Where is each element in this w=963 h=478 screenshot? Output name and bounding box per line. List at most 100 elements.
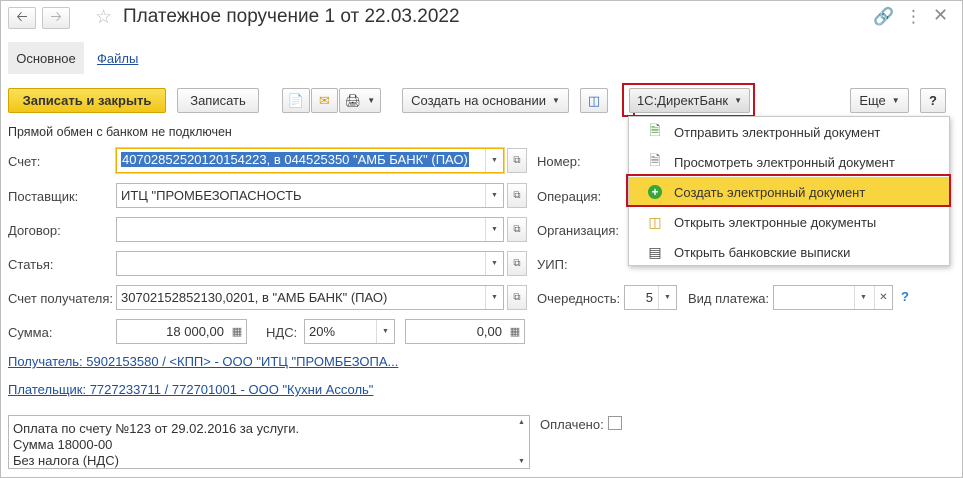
scroll-down-icon[interactable]: ▼ — [518, 458, 525, 465]
chevron-down-icon[interactable]: ▼ — [485, 252, 503, 275]
contract-field[interactable]: ▼ — [116, 217, 504, 242]
purpose-line: Сумма 18000-00 — [13, 437, 113, 452]
window-title: Платежное поручение 1 от 22.03.2022 — [123, 6, 460, 27]
printer-icon: 🖨 — [344, 92, 362, 108]
uip-label: УИП: — [537, 257, 568, 272]
chevron-down-icon: ▼ — [551, 96, 560, 105]
chevron-down-icon[interactable]: ▼ — [485, 218, 503, 241]
contract-label: Договор: — [8, 223, 61, 238]
amount-value: 18 000,00 — [166, 324, 224, 339]
purpose-line: Без налога (НДС) — [13, 453, 119, 468]
account-label: Счет: — [8, 154, 41, 169]
open-supplier-button[interactable]: ⧉ — [507, 183, 527, 208]
arrow-left-icon: 🡠 — [16, 8, 28, 24]
create-based-on-label: Создать на основании — [411, 93, 546, 108]
article-label: Статья: — [8, 257, 54, 272]
recipient-account-field[interactable]: 30702152852130,0201, в "АМБ БАНК" (ПАО) … — [116, 285, 504, 310]
menu-item-open-statements[interactable]: ▤ Открыть банковские выписки — [629, 237, 949, 267]
priority-label: Очередность: — [537, 291, 621, 306]
menu-item-view-document[interactable]: 🗎 Просмотреть электронный документ — [629, 147, 949, 177]
vat-amount-value: 0,00 — [476, 324, 502, 339]
document-history-button[interactable]: 📄 — [282, 88, 310, 113]
open-icon: ⧉ — [513, 258, 521, 269]
open-icon: ⧉ — [513, 224, 521, 235]
tab-main-label: Основное — [16, 50, 76, 66]
priority-field[interactable]: 5 ▼ — [624, 285, 677, 310]
menu-item-send-document[interactable]: 🗎 Отправить электронный документ — [629, 117, 949, 147]
vat-rate-field[interactable]: 20% ▼ — [304, 319, 395, 344]
payment-purpose-field[interactable]: Оплата по счету №123 от 29.02.2016 за ус… — [8, 415, 530, 469]
supplier-field[interactable]: ИТЦ "ПРОМБЕЗОПАСНОСТЬ ▼ — [116, 183, 504, 208]
paid-checkbox[interactable] — [608, 416, 622, 430]
recipient-account-value: 30702152852130,0201, в "АМБ БАНК" (ПАО) — [121, 290, 388, 305]
recipient-account-label: Счет получателя: — [8, 291, 114, 306]
account-value: 40702852520120154223, в 044525350 "АМБ Б… — [121, 152, 469, 167]
open-icon: ⧉ — [513, 292, 521, 303]
account-field[interactable]: 40702852520120154223, в 044525350 "АМБ Б… — [116, 148, 504, 173]
tab-files[interactable]: Файлы — [97, 51, 138, 66]
more-menu-icon[interactable]: ⋮ — [905, 7, 922, 27]
chevron-down-icon: ▼ — [367, 96, 376, 105]
create-document-highlight-frame — [626, 174, 951, 207]
save-and-close-button[interactable]: Записать и закрыть — [8, 88, 166, 113]
print-button[interactable]: 🖨 ▼ — [339, 88, 381, 113]
forward-button[interactable]: 🡢 — [42, 7, 70, 29]
paid-label: Оплачено: — [540, 417, 604, 432]
chevron-down-icon[interactable]: ▼ — [485, 286, 503, 309]
open-recipient-account-button[interactable]: ⧉ — [507, 285, 527, 310]
menu-item-label: Открыть электронные документы — [674, 214, 877, 230]
vat-label: НДС: — [266, 325, 298, 340]
send-document-icon: 🗎 — [649, 122, 661, 138]
clear-icon[interactable]: ✕ — [874, 286, 892, 309]
purpose-line: Оплата по счету №123 от 29.02.2016 за ус… — [13, 421, 300, 436]
favorite-star-icon[interactable]: ☆ — [95, 6, 112, 29]
scrollbar[interactable]: ▲ ▼ — [515, 416, 529, 468]
chevron-down-icon[interactable]: ▼ — [376, 320, 394, 343]
chevron-down-icon[interactable]: ▼ — [854, 286, 872, 309]
scroll-up-icon[interactable]: ▲ — [518, 419, 525, 426]
directbank-highlight-frame — [622, 83, 755, 117]
organization-label: Организация: — [537, 223, 620, 238]
payment-type-label: Вид платежа: — [688, 291, 770, 306]
tab-main[interactable]: Основное — [8, 42, 84, 74]
structure-icon: ◫ — [587, 92, 601, 108]
statement-icon: ▤ — [648, 243, 662, 260]
menu-item-open-documents[interactable]: ◫ Открыть электронные документы — [629, 207, 949, 237]
more-label: Еще — [859, 93, 886, 108]
article-field[interactable]: ▼ — [116, 251, 504, 276]
payment-type-field[interactable]: ▼ ✕ — [773, 285, 893, 310]
number-label: Номер: — [537, 154, 581, 169]
priority-value: 5 — [645, 290, 653, 305]
vat-rate-value: 20% — [309, 324, 336, 339]
chevron-down-icon[interactable]: ▼ — [658, 286, 676, 309]
calculator-icon[interactable]: ▦ — [506, 320, 524, 343]
tree-structure-icon: ◫ — [648, 213, 662, 230]
menu-item-label: Открыть банковские выписки — [674, 244, 851, 260]
open-account-button[interactable]: ⧉ — [507, 148, 527, 173]
payer-link[interactable]: Плательщик: 7727233711 / 772701001 - ООО… — [8, 382, 373, 397]
arrow-right-icon: 🡢 — [50, 8, 62, 24]
document-history-icon: 📄 — [287, 92, 305, 108]
chevron-down-icon[interactable]: ▼ — [485, 184, 503, 207]
open-contract-button[interactable]: ⧉ — [507, 217, 527, 242]
open-article-button[interactable]: ⧉ — [507, 251, 527, 276]
supplier-value: ИТЦ "ПРОМБЕЗОПАСНОСТЬ — [121, 188, 302, 203]
recipient-link[interactable]: Получатель: 5902153580 / <КПП> - ООО "ИТ… — [8, 354, 398, 369]
close-icon[interactable]: ✕ — [933, 5, 948, 26]
calculator-icon[interactable]: ▦ — [228, 320, 246, 343]
save-button[interactable]: Записать — [177, 88, 259, 113]
chevron-down-icon: ▼ — [891, 96, 900, 105]
link-icon[interactable]: 🔗 — [873, 7, 894, 27]
open-icon: ⧉ — [513, 155, 521, 166]
help-button[interactable]: ? — [920, 88, 946, 113]
structure-button[interactable]: ◫ — [580, 88, 608, 113]
vat-amount-field[interactable]: 0,00 ▦ — [405, 319, 525, 344]
back-button[interactable]: 🡠 — [8, 7, 36, 29]
amount-field[interactable]: 18 000,00 ▦ — [116, 319, 247, 344]
create-based-on-button[interactable]: Создать на основании ▼ — [402, 88, 569, 113]
email-button[interactable]: ✉ — [311, 88, 338, 113]
bank-exchange-status: Прямой обмен с банком не подключен — [8, 125, 232, 139]
more-button[interactable]: Еще ▼ — [850, 88, 909, 113]
payment-type-help-icon[interactable]: ? — [901, 289, 909, 304]
chevron-down-icon[interactable]: ▼ — [485, 149, 503, 172]
